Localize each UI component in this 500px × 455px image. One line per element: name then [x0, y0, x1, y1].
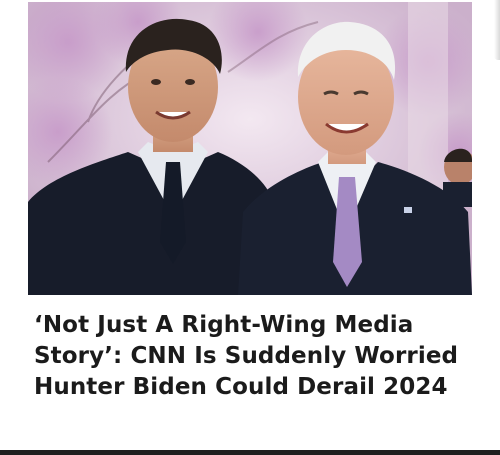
- bottom-edge-bar: [0, 450, 500, 455]
- background-person: [443, 148, 472, 207]
- screenshot-frame: ‘Not Just A Right-Wing Media Story’: CNN…: [0, 0, 500, 455]
- article-headline[interactable]: ‘Not Just A Right-Wing Media Story’: CNN…: [34, 310, 470, 403]
- article-card[interactable]: ‘Not Just A Right-Wing Media Story’: CNN…: [28, 2, 472, 448]
- flag-pin-icon: [404, 207, 412, 213]
- article-photo[interactable]: [28, 2, 472, 295]
- photo-illustration: [28, 2, 472, 295]
- scroll-edge: [494, 0, 500, 60]
